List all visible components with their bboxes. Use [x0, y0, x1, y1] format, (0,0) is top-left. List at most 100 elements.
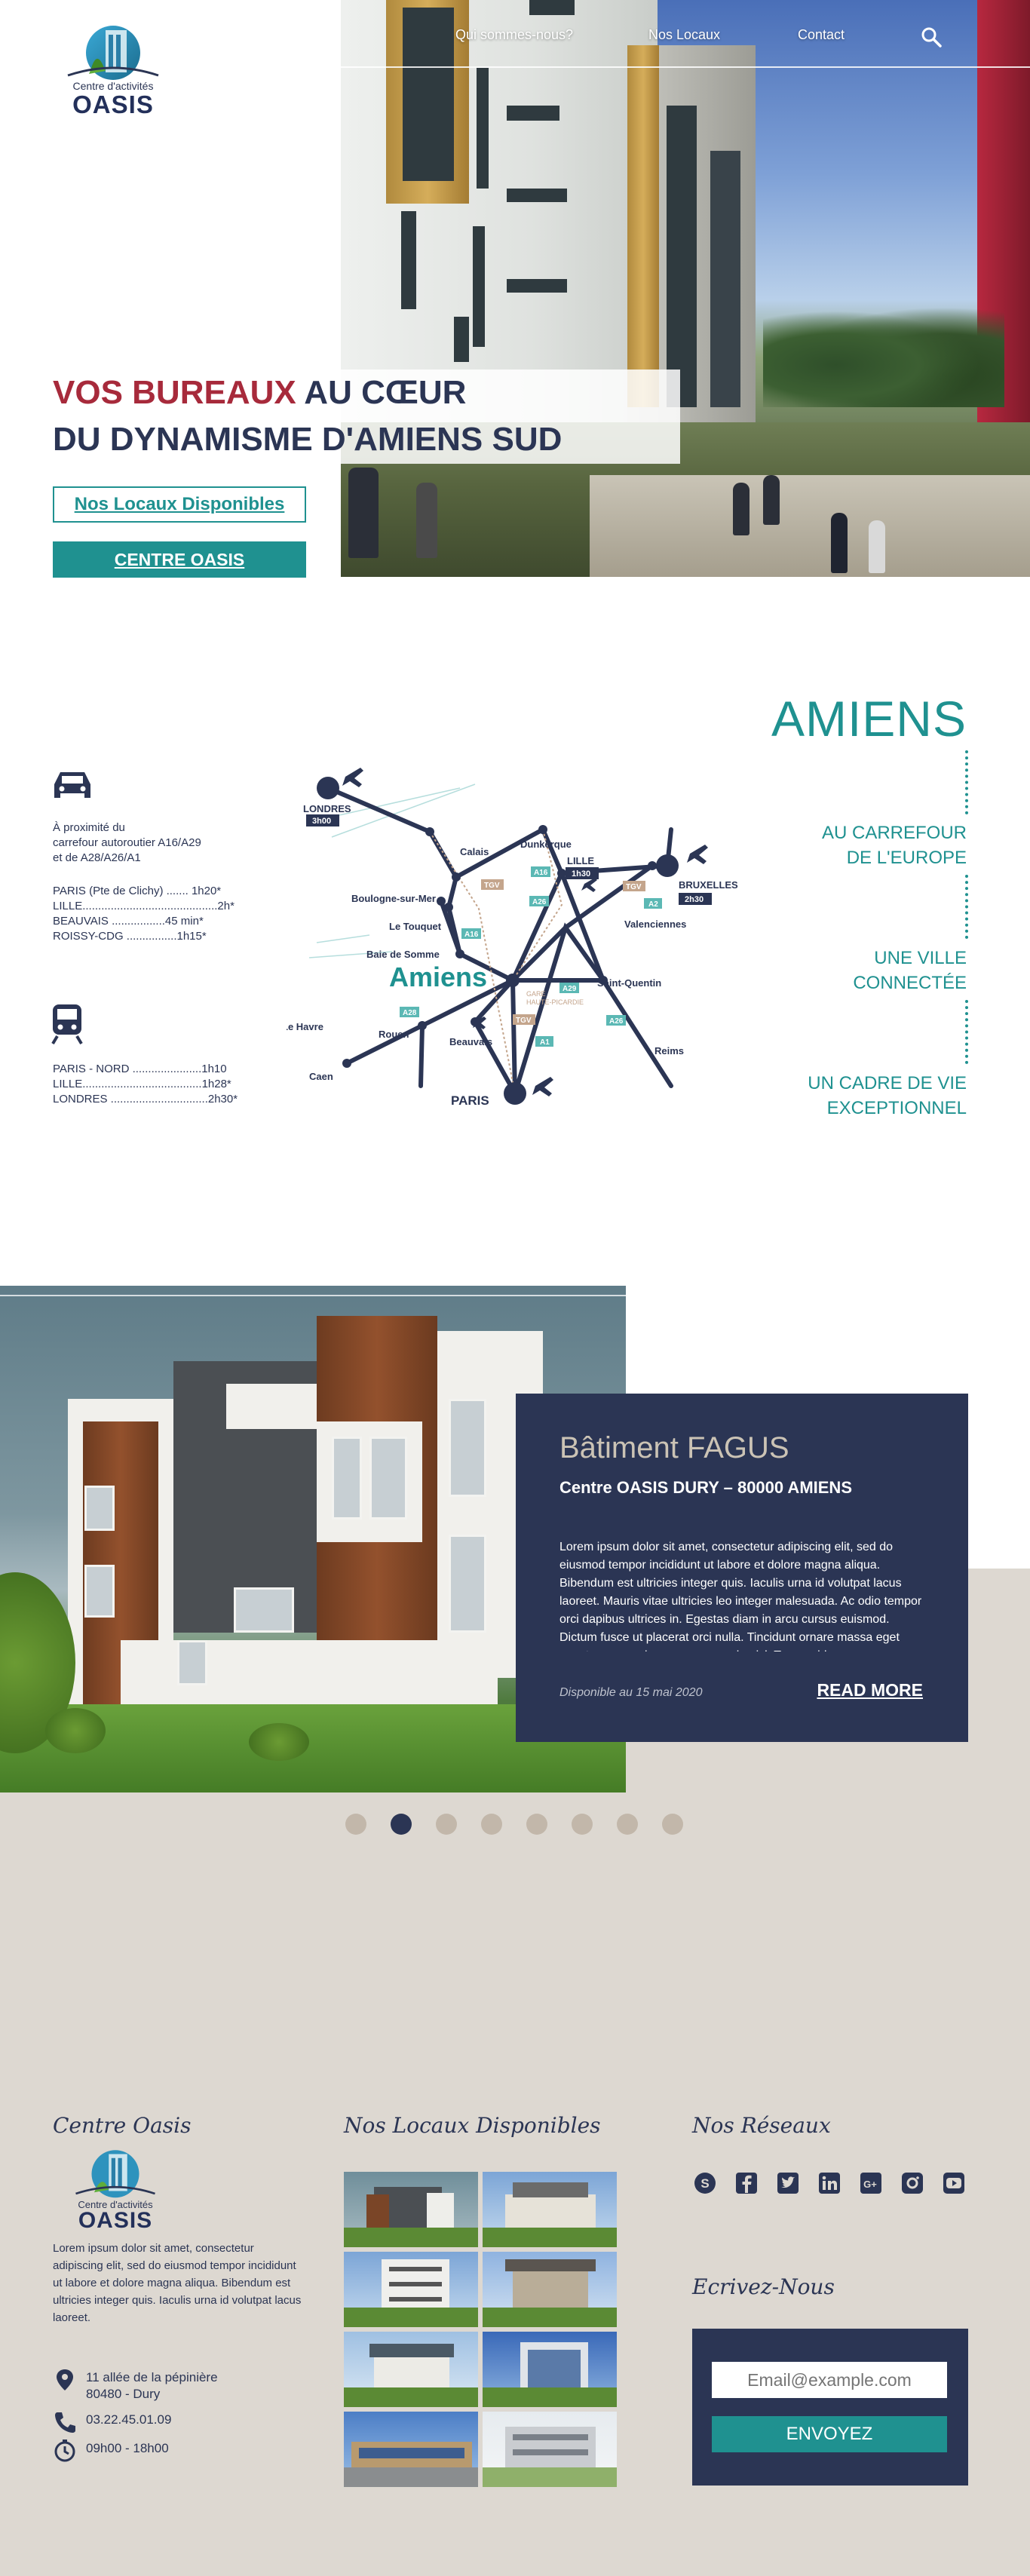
- train-time-row: PARIS - NORD ......................1h10: [53, 1063, 227, 1075]
- footer-logo[interactable]: Centre d'activités OASIS: [59, 2146, 172, 2240]
- hours-text: 09h00 - 18h00: [86, 2441, 169, 2455]
- hero-title-highlight: VOS BUREAUX: [53, 374, 296, 411]
- card-description: Lorem ipsum dolor sit amet, consectetur …: [559, 1541, 922, 1651]
- train-time-row: LILLE...................................…: [53, 1078, 231, 1090]
- footer-about-title: Centre Oasis: [53, 2113, 192, 2138]
- map-road: A29: [563, 985, 577, 993]
- car-time-row: BEAUVAIS .................45 min*: [53, 915, 204, 928]
- contact-form-title: Ecrivez-Nous: [692, 2274, 835, 2299]
- carousel-dot-active[interactable]: [391, 1814, 412, 1835]
- map-city: Boulogne-sur-Mer: [351, 893, 436, 904]
- card-title: Bâtiment FAGUS: [559, 1431, 789, 1464]
- nav-locaux[interactable]: Nos Locaux: [648, 27, 720, 43]
- map-city: Caen: [309, 1071, 333, 1082]
- map-road: A28: [403, 1009, 417, 1017]
- locaux-thumbnail[interactable]: [344, 2412, 478, 2487]
- map-city: LILLE: [567, 855, 594, 866]
- newsletter-form: ENVOYEZ: [692, 2329, 968, 2486]
- locaux-thumbnail[interactable]: [483, 2412, 617, 2487]
- availability-date: Disponible au 15 mai 2020: [559, 1686, 703, 1699]
- access-map: LONDRES Calais Dunkerque LILLE BRUXELLES…: [287, 768, 738, 1108]
- footer-locaux-title: Nos Locaux Disponibles: [344, 2113, 601, 2138]
- carousel-dot[interactable]: [662, 1814, 683, 1835]
- hero-title-line2: DU DYNAMISME D'AMIENS SUD: [53, 421, 563, 458]
- svg-text:S: S: [700, 2176, 709, 2191]
- map-city: Le Touquet: [389, 921, 442, 932]
- amiens-title: AMIENS: [771, 691, 967, 747]
- map-city: Le Havre: [287, 1021, 323, 1032]
- map-badge: 2h30: [685, 895, 704, 904]
- car-times: PARIS (Pte de Clichy) ....... 1h20* LILL…: [53, 884, 235, 944]
- car-intro-line: À proximité du: [53, 821, 125, 834]
- map-city: Valenciennes: [624, 918, 686, 930]
- dotted-divider: [965, 750, 968, 814]
- locaux-thumbnail[interactable]: [344, 2172, 478, 2247]
- centre-oasis-button[interactable]: CENTRE OASIS: [53, 541, 306, 578]
- locaux-thumbnail[interactable]: [344, 2332, 478, 2407]
- map-city: Rouen: [379, 1029, 409, 1040]
- carousel-dot[interactable]: [526, 1814, 547, 1835]
- map-gare: HAUTE-PICARDIE: [526, 998, 584, 1006]
- map-road: A16: [534, 869, 548, 877]
- phone-icon: [53, 2410, 77, 2434]
- map-city: Beauvais: [449, 1036, 492, 1047]
- page: Qui sommes-nous? Nos Locaux Contact Cent…: [0, 0, 1030, 2576]
- carousel-dot[interactable]: [436, 1814, 457, 1835]
- phone-text[interactable]: 03.22.45.01.09: [86, 2412, 171, 2428]
- map-tgv: TGV: [626, 883, 642, 891]
- map-city: Baie de Somme: [366, 949, 440, 960]
- map-road: A26: [609, 1017, 624, 1026]
- nav-contact[interactable]: Contact: [798, 27, 845, 43]
- email-input[interactable]: [712, 2362, 947, 2398]
- twitter-icon[interactable]: [775, 2170, 801, 2196]
- facebook-icon[interactable]: [734, 2170, 759, 2196]
- train-icon: [51, 1003, 83, 1045]
- tagline-line: EXCEPTIONNEL: [826, 1098, 967, 1118]
- footer-logo-title: OASIS: [78, 2208, 153, 2233]
- car-time-row: LILLE...................................…: [53, 900, 235, 912]
- carousel-dot[interactable]: [481, 1814, 502, 1835]
- linkedin-icon[interactable]: [817, 2170, 842, 2196]
- tagline-line: UNE VILLE: [874, 948, 967, 968]
- nav-about[interactable]: Qui sommes-nous?: [455, 27, 573, 43]
- map-badge: 3h00: [312, 817, 331, 826]
- car-intro: À proximité du carrefour autoroutier A16…: [53, 820, 201, 866]
- locaux-thumbnail[interactable]: [483, 2332, 617, 2407]
- logo[interactable]: Centre d'activités OASIS: [53, 21, 173, 119]
- footer-about-text: Lorem ipsum dolor sit amet, consectetur …: [53, 2242, 302, 2324]
- google-plus-icon[interactable]: G+: [858, 2170, 884, 2196]
- tagline-connectee: UNE VILLE CONNECTÉE: [740, 946, 967, 995]
- hero-title-line1: AU CŒUR: [296, 374, 467, 411]
- location-pin-icon: [53, 2368, 77, 2392]
- feature-card: Bâtiment FAGUS Centre OASIS DURY – 80000…: [516, 1394, 968, 1742]
- search-icon[interactable]: [920, 26, 943, 48]
- tagline-europe: AU CARREFOUR DE L'EUROPE: [740, 820, 967, 870]
- locaux-thumbnail[interactable]: [483, 2172, 617, 2247]
- map-tgv: TGV: [516, 1017, 532, 1025]
- read-more-link[interactable]: READ MORE: [817, 1680, 923, 1700]
- instagram-icon[interactable]: [900, 2170, 925, 2196]
- tagline-line: CONNECTÉE: [853, 973, 967, 993]
- train-times: PARIS - NORD ......................1h10 …: [53, 1062, 238, 1107]
- tagline-cadre: UN CADRE DE VIE EXCEPTIONNEL: [740, 1071, 967, 1121]
- address-text: 11 allée de la pépinière 80480 - Dury: [86, 2370, 218, 2401]
- dotted-divider: [965, 875, 968, 939]
- nav-divider: [341, 66, 1030, 68]
- youtube-icon[interactable]: [941, 2170, 967, 2196]
- map-badge: 1h30: [572, 869, 590, 879]
- train-time-row: LONDRES ...............................2…: [53, 1093, 238, 1106]
- carousel-dot[interactable]: [617, 1814, 638, 1835]
- plane-icon: [342, 768, 363, 787]
- hero-title: VOS BUREAUX AU CŒUR DU DYNAMISME D'AMIEN…: [53, 370, 656, 463]
- carousel-dot[interactable]: [345, 1814, 366, 1835]
- map-city: Calais: [460, 846, 489, 857]
- tagline-line: UN CADRE DE VIE: [808, 1073, 967, 1093]
- map-road: A1: [540, 1038, 550, 1047]
- skype-icon[interactable]: S: [692, 2170, 718, 2196]
- car-time-row: ROISSY-CDG ................1h15*: [53, 930, 207, 943]
- locaux-thumbnail[interactable]: [344, 2252, 478, 2327]
- locaux-thumbnail[interactable]: [483, 2252, 617, 2327]
- locaux-disponibles-button[interactable]: Nos Locaux Disponibles: [53, 486, 306, 523]
- carousel-dot[interactable]: [572, 1814, 593, 1835]
- send-button[interactable]: ENVOYEZ: [712, 2416, 947, 2452]
